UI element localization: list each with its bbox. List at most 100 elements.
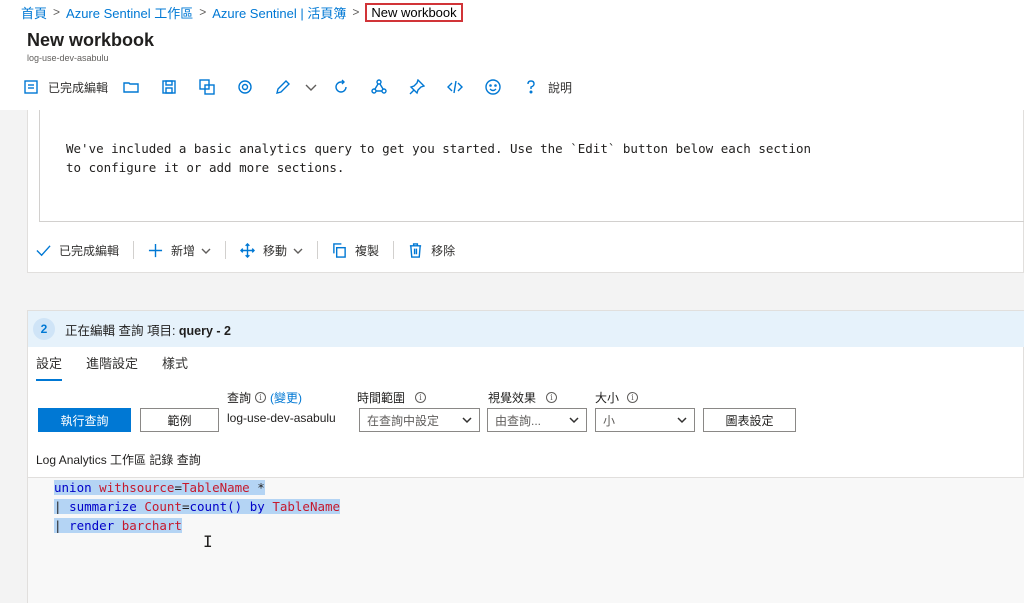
divider — [225, 241, 227, 259]
code-line: | render barchart — [54, 516, 340, 535]
save-as-button[interactable] — [198, 76, 216, 98]
code-token: = — [174, 480, 182, 495]
step-tabs: 設定 進階設定 樣式 — [36, 355, 212, 381]
done-edit-icon — [22, 78, 40, 96]
share-icon — [370, 78, 388, 96]
time-range-value: 在查詢中設定 — [367, 413, 440, 428]
edit-button[interactable] — [274, 76, 292, 98]
markdown-preview: We've included a basic analytics query t… — [39, 110, 1024, 222]
code-token: | — [54, 518, 70, 533]
code-token: count() — [189, 499, 243, 514]
share-button[interactable] — [370, 76, 388, 98]
edit-dropdown-button[interactable] — [302, 76, 320, 98]
info-icon[interactable]: i — [255, 392, 267, 403]
refresh-icon — [332, 78, 350, 96]
pin-button[interactable] — [408, 76, 426, 98]
done-editing-label: 已完成編輯 — [48, 80, 109, 95]
breadcrumb-current: New workbook — [365, 2, 463, 22]
help-icon — [522, 78, 540, 96]
breadcrumb-workbooks[interactable]: Azure Sentinel | 活頁簿 — [212, 3, 346, 22]
step-edit-bar: 已完成編輯 新增 移動 複製 移除 — [36, 237, 469, 263]
settings-icon — [236, 78, 254, 96]
run-query-button[interactable]: 執行查詢 — [38, 408, 131, 432]
divider — [393, 241, 395, 259]
info-icon[interactable]: i — [546, 392, 558, 403]
advanced-editor-button[interactable] — [446, 76, 464, 98]
code-token: withsource — [99, 480, 175, 495]
save-button[interactable] — [160, 76, 178, 98]
breadcrumb-workspace[interactable]: Azure Sentinel 工作區 — [66, 3, 193, 22]
open-button[interactable] — [122, 76, 140, 98]
edit-icon — [274, 78, 292, 96]
refresh-button[interactable] — [332, 76, 350, 98]
visualization-dropdown[interactable]: 由查詢... — [487, 408, 587, 432]
text-step-card: We've included a basic analytics query t… — [27, 110, 1024, 273]
step-number-badge: 2 — [33, 318, 55, 340]
move-button[interactable]: 移動 — [240, 242, 303, 259]
breadcrumb-home[interactable]: 首頁 — [21, 3, 47, 22]
code-token: TableName — [181, 480, 250, 495]
pin-icon — [408, 78, 426, 96]
done-editing-button[interactable]: 已完成編輯 — [22, 76, 108, 98]
code-token: TableName — [272, 499, 341, 514]
code-line: union withsource=TableName * — [54, 478, 340, 497]
remove-label: 移除 — [431, 243, 456, 258]
size-dropdown[interactable]: 小 — [595, 408, 695, 432]
tab-advanced-settings[interactable]: 進階設定 — [86, 355, 138, 381]
trash-icon — [409, 242, 422, 258]
clone-button[interactable]: 複製 — [332, 242, 379, 259]
code-icon — [446, 78, 464, 96]
info-icon[interactable]: i — [627, 392, 639, 403]
move-label: 移動 — [263, 243, 288, 258]
code-token: union — [54, 480, 92, 495]
query-label: 查詢 — [227, 391, 252, 405]
editor-label: Log Analytics 工作區 記錄 查詢 — [36, 453, 201, 467]
settings-button[interactable] — [236, 76, 254, 98]
page-header: 首頁 > Azure Sentinel 工作區 > Azure Sentinel… — [0, 0, 1024, 110]
step-header-prefix: 正在編輯 查詢 項目: — [65, 323, 176, 338]
breadcrumb: 首頁 > Azure Sentinel 工作區 > Azure Sentinel… — [21, 2, 463, 22]
page-title: New workbook — [27, 30, 155, 50]
step-header-name: query - 2 — [178, 323, 232, 338]
divider — [317, 241, 319, 259]
breadcrumb-separator-icon: > — [199, 5, 207, 19]
samples-button[interactable]: 範例 — [140, 408, 219, 432]
workspace-value: log-use-dev-asabulu — [227, 411, 336, 425]
move-icon — [240, 242, 256, 258]
change-workspace-link[interactable]: (變更) — [270, 389, 302, 406]
size-value: 小 — [603, 413, 616, 428]
help-label: 說明 — [548, 80, 573, 95]
tab-style[interactable]: 樣式 — [162, 355, 188, 381]
query-field-label: 查詢 i (變更) — [227, 389, 302, 406]
code-token: = — [181, 499, 190, 514]
save-as-icon — [198, 78, 216, 96]
code-token: summarize — [69, 499, 137, 514]
query-editor[interactable]: union withsource=TableName * | summarize… — [28, 477, 1024, 603]
remove-button[interactable]: 移除 — [408, 242, 455, 259]
query-code[interactable]: union withsource=TableName * | summarize… — [54, 478, 341, 535]
page-subtitle: log-use-dev-asabulu — [27, 53, 109, 63]
query-step-card: 2 正在編輯 查詢 項目: query - 2 設定 進階設定 樣式 查詢 i … — [27, 310, 1024, 603]
chevron-down-icon — [302, 78, 320, 96]
code-token: barchart — [121, 518, 182, 533]
code-token: * — [249, 480, 265, 495]
divider — [133, 241, 135, 259]
feedback-button[interactable] — [484, 76, 502, 98]
info-icon[interactable]: i — [415, 392, 427, 403]
done-editing-step-button[interactable]: 已完成編輯 — [36, 242, 119, 259]
checkmark-icon — [36, 244, 51, 256]
text-cursor-icon: I — [203, 532, 213, 551]
code-token: | — [54, 499, 70, 514]
clone-label: 複製 — [355, 243, 380, 258]
markdown-line: to configure it or add more sections. — [66, 160, 345, 175]
time-range-dropdown[interactable]: 在查詢中設定 — [359, 408, 480, 432]
chart-settings-button[interactable]: 圖表設定 — [703, 408, 796, 432]
breadcrumb-separator-icon: > — [53, 5, 61, 19]
tab-settings[interactable]: 設定 — [36, 355, 63, 381]
step-header-text: 正在編輯 查詢 項目: query - 2 — [65, 320, 231, 339]
workbook-toolbar: 已完成編輯 說明 — [22, 76, 572, 98]
save-icon — [160, 78, 178, 96]
add-button[interactable]: 新增 — [148, 242, 211, 259]
time-range-field-label: 時間範圍 i — [357, 389, 427, 406]
help-button[interactable]: 說明 — [522, 76, 572, 98]
